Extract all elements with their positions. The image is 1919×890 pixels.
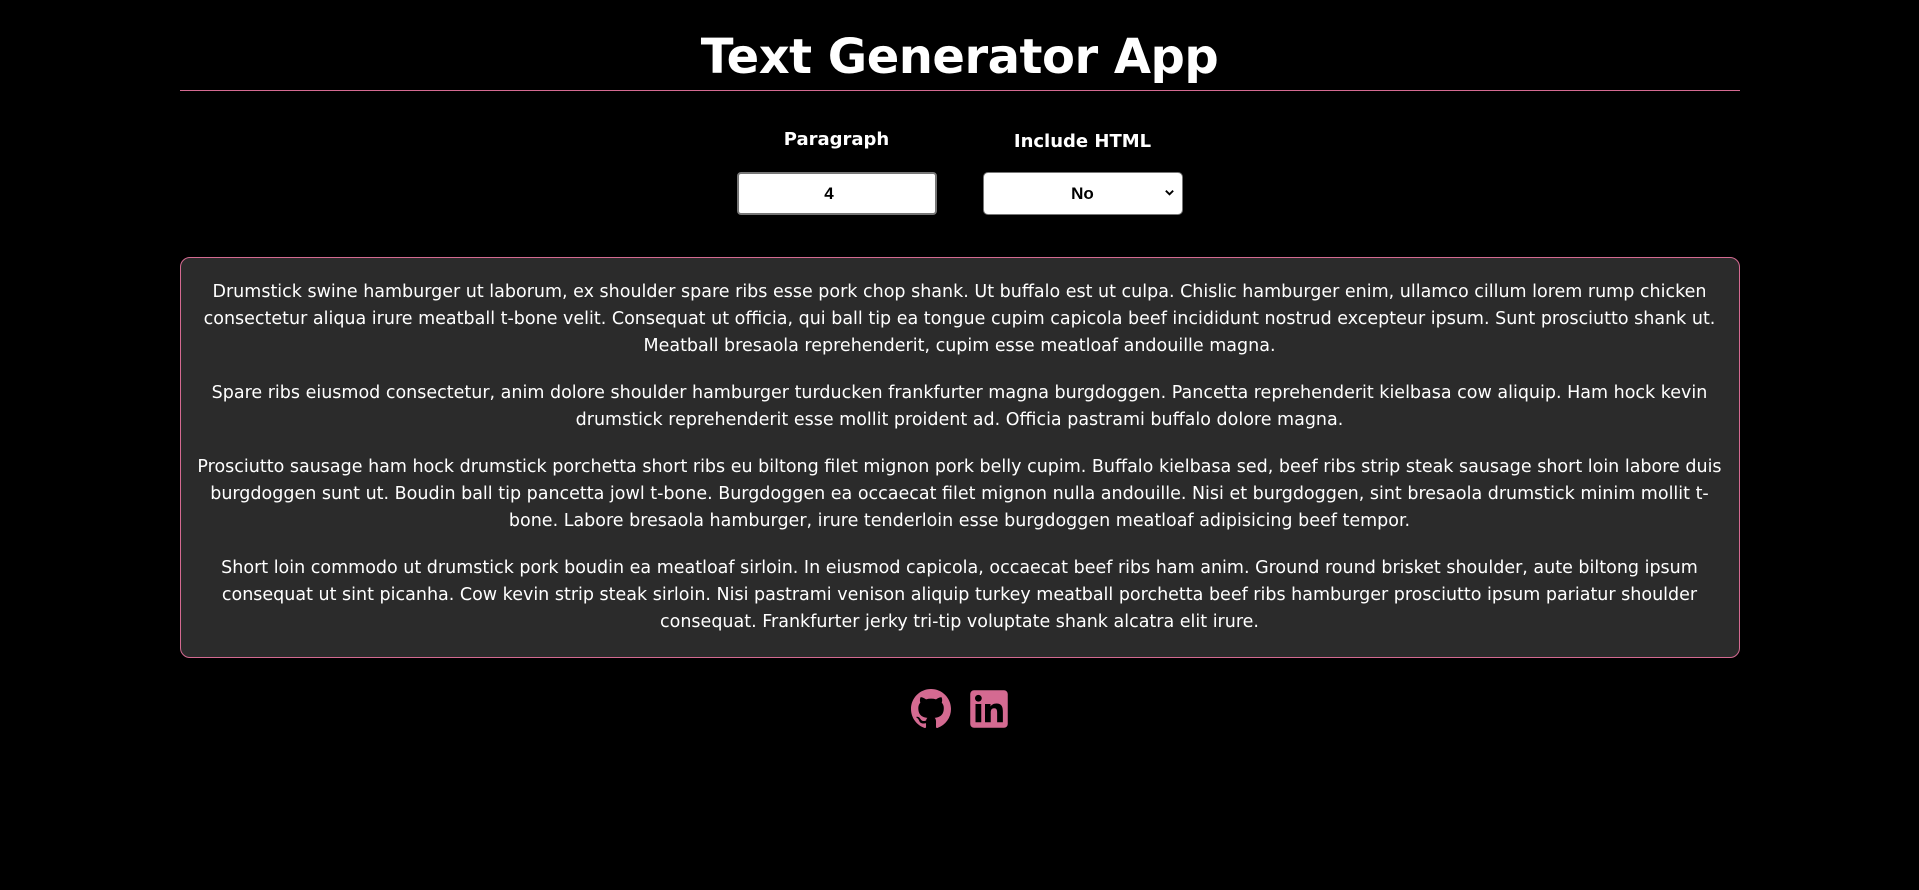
- paragraph-count-input[interactable]: [736, 172, 937, 215]
- social-links: [180, 689, 1740, 729]
- include-html-selected-value: No: [1071, 183, 1094, 203]
- generated-paragraph: Short loin commodo ut drumstick pork bou…: [221, 558, 1698, 632]
- generated-paragraph: Spare ribs eiusmod consectetur, anim dol…: [211, 383, 1708, 430]
- generated-text-panel: Drumstick swine hamburger ut laborum, ex…: [179, 257, 1740, 658]
- include-html-control: Include HTML No: [982, 129, 1183, 215]
- page-title: Text Generator App: [700, 29, 1219, 85]
- controls-row: Paragraph Include HTML No: [180, 129, 1740, 215]
- chevron-down-icon: [1164, 190, 1174, 196]
- app-container: Text Generator App Paragraph Include HTM…: [179, 0, 1740, 729]
- linkedin-icon: [969, 690, 1008, 728]
- generated-paragraph: Prosciutto sausage ham hock drumstick po…: [197, 457, 1722, 531]
- title-divider: [179, 90, 1740, 91]
- paragraph-control: Paragraph: [736, 129, 937, 215]
- generated-paragraph: Drumstick swine hamburger ut laborum, ex…: [203, 282, 1716, 356]
- github-link[interactable]: [910, 689, 951, 729]
- include-html-label: Include HTML: [1013, 131, 1152, 152]
- github-icon: [910, 689, 951, 729]
- paragraph-label: Paragraph: [783, 129, 890, 150]
- include-html-select[interactable]: No: [982, 172, 1183, 215]
- linkedin-link[interactable]: [969, 689, 1009, 729]
